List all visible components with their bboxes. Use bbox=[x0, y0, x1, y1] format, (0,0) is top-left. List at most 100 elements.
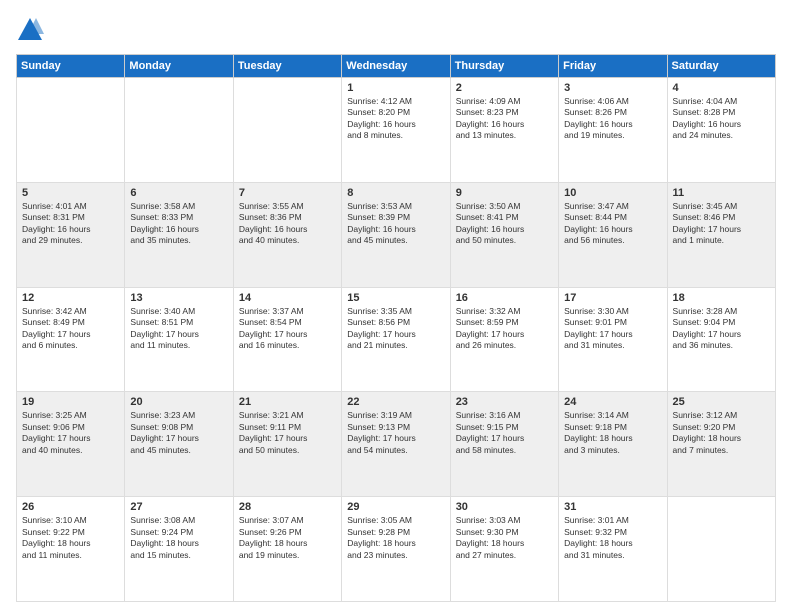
day-number: 1 bbox=[347, 82, 444, 94]
day-number: 7 bbox=[239, 187, 336, 199]
day-number: 22 bbox=[347, 396, 444, 408]
calendar-cell: 7 Sunrise: 3:55 AM Sunset: 8:36 PM Daylig… bbox=[233, 182, 341, 287]
calendar-cell: 1 Sunrise: 4:12 AM Sunset: 8:20 PM Daylig… bbox=[342, 78, 450, 183]
day-number: 24 bbox=[564, 396, 661, 408]
calendar-cell bbox=[233, 78, 341, 183]
day-number: 27 bbox=[130, 501, 227, 513]
weekday-header: Friday bbox=[559, 55, 667, 78]
calendar-cell: 8 Sunrise: 3:53 AM Sunset: 8:39 PM Daylig… bbox=[342, 182, 450, 287]
calendar-cell: 9 Sunrise: 3:50 AM Sunset: 8:41 PM Daylig… bbox=[450, 182, 558, 287]
weekday-header: Monday bbox=[125, 55, 233, 78]
day-info: Sunrise: 3:32 AM Sunset: 8:59 PM Dayligh… bbox=[456, 306, 553, 352]
calendar-cell: 4 Sunrise: 4:04 AM Sunset: 8:28 PM Daylig… bbox=[667, 78, 775, 183]
calendar-cell: 3Sunrise: 4:06 AM Sunset: 8:26 PM Daylig… bbox=[559, 78, 667, 183]
day-info: Sunrise: 3:12 AM Sunset: 9:20 PM Dayligh… bbox=[673, 410, 770, 456]
calendar-cell bbox=[17, 78, 125, 183]
day-info: Sunrise: 3:55 AM Sunset: 8:36 PM Dayligh… bbox=[239, 201, 336, 247]
day-number: 26 bbox=[22, 501, 119, 513]
calendar-cell: 6 Sunrise: 3:58 AM Sunset: 8:33 PM Daylig… bbox=[125, 182, 233, 287]
day-info: Sunrise: 3:50 AM Sunset: 8:41 PM Dayligh… bbox=[456, 201, 553, 247]
logo-icon bbox=[16, 16, 44, 44]
day-number: 17 bbox=[564, 292, 661, 304]
page: SundayMondayTuesdayWednesdayThursdayFrid… bbox=[0, 0, 792, 612]
calendar-cell: 20 Sunrise: 3:23 AM Sunset: 9:08 PM Dayli… bbox=[125, 392, 233, 497]
day-number: 31 bbox=[564, 501, 661, 513]
day-info: Sunrise: 3:14 AM Sunset: 9:18 PM Dayligh… bbox=[564, 410, 661, 456]
calendar-header-row: SundayMondayTuesdayWednesdayThursdayFrid… bbox=[17, 55, 776, 78]
day-number: 19 bbox=[22, 396, 119, 408]
day-number: 4 bbox=[673, 82, 770, 94]
day-info: Sunrise: 3:23 AM Sunset: 9:08 PM Dayligh… bbox=[130, 410, 227, 456]
day-number: 14 bbox=[239, 292, 336, 304]
calendar-cell: 24 Sunrise: 3:14 AM Sunset: 9:18 PM Dayli… bbox=[559, 392, 667, 497]
calendar-cell: 18 Sunrise: 3:28 AM Sunset: 9:04 PM Dayli… bbox=[667, 287, 775, 392]
day-info: Sunrise: 4:09 AM Sunset: 8:23 PM Dayligh… bbox=[456, 96, 553, 142]
day-info: Sunrise: 3:19 AM Sunset: 9:13 PM Dayligh… bbox=[347, 410, 444, 456]
day-info: Sunrise: 3:58 AM Sunset: 8:33 PM Dayligh… bbox=[130, 201, 227, 247]
day-number: 6 bbox=[130, 187, 227, 199]
day-info: Sunrise: 4:01 AM Sunset: 8:31 PM Dayligh… bbox=[22, 201, 119, 247]
day-info: Sunrise: 3:53 AM Sunset: 8:39 PM Dayligh… bbox=[347, 201, 444, 247]
calendar-cell: 30 Sunrise: 3:03 AM Sunset: 9:30 PM Dayli… bbox=[450, 497, 558, 602]
day-number: 25 bbox=[673, 396, 770, 408]
header bbox=[16, 16, 776, 44]
day-info: Sunrise: 4:12 AM Sunset: 8:20 PM Dayligh… bbox=[347, 96, 444, 142]
day-info: Sunrise: 3:25 AM Sunset: 9:06 PM Dayligh… bbox=[22, 410, 119, 456]
weekday-header: Tuesday bbox=[233, 55, 341, 78]
day-number: 16 bbox=[456, 292, 553, 304]
day-number: 9 bbox=[456, 187, 553, 199]
calendar-week-row: 12 Sunrise: 3:42 AM Sunset: 8:49 PM Dayli… bbox=[17, 287, 776, 392]
day-info: Sunrise: 4:06 AM Sunset: 8:26 PM Dayligh… bbox=[564, 96, 661, 142]
day-info: Sunrise: 3:30 AM Sunset: 9:01 PM Dayligh… bbox=[564, 306, 661, 352]
day-number: 20 bbox=[130, 396, 227, 408]
calendar-cell: 22 Sunrise: 3:19 AM Sunset: 9:13 PM Dayli… bbox=[342, 392, 450, 497]
calendar-cell: 14Sunrise: 3:37 AM Sunset: 8:54 PM Dayli… bbox=[233, 287, 341, 392]
day-number: 30 bbox=[456, 501, 553, 513]
calendar-cell: 15Sunrise: 3:35 AM Sunset: 8:56 PM Dayli… bbox=[342, 287, 450, 392]
day-info: Sunrise: 3:40 AM Sunset: 8:51 PM Dayligh… bbox=[130, 306, 227, 352]
day-info: Sunrise: 3:03 AM Sunset: 9:30 PM Dayligh… bbox=[456, 515, 553, 561]
day-info: Sunrise: 3:01 AM Sunset: 9:32 PM Dayligh… bbox=[564, 515, 661, 561]
day-number: 12 bbox=[22, 292, 119, 304]
day-number: 29 bbox=[347, 501, 444, 513]
day-number: 15 bbox=[347, 292, 444, 304]
calendar-week-row: 26Sunrise: 3:10 AM Sunset: 9:22 PM Dayli… bbox=[17, 497, 776, 602]
calendar-cell: 16 Sunrise: 3:32 AM Sunset: 8:59 PM Dayli… bbox=[450, 287, 558, 392]
calendar-cell: 5 Sunrise: 4:01 AM Sunset: 8:31 PM Daylig… bbox=[17, 182, 125, 287]
day-info: Sunrise: 3:28 AM Sunset: 9:04 PM Dayligh… bbox=[673, 306, 770, 352]
calendar-cell: 2 Sunrise: 4:09 AM Sunset: 8:23 PM Daylig… bbox=[450, 78, 558, 183]
calendar-cell: 29 Sunrise: 3:05 AM Sunset: 9:28 PM Dayli… bbox=[342, 497, 450, 602]
day-number: 5 bbox=[22, 187, 119, 199]
day-info: Sunrise: 3:05 AM Sunset: 9:28 PM Dayligh… bbox=[347, 515, 444, 561]
day-number: 18 bbox=[673, 292, 770, 304]
calendar-cell: 10Sunrise: 3:47 AM Sunset: 8:44 PM Dayli… bbox=[559, 182, 667, 287]
day-number: 10 bbox=[564, 187, 661, 199]
day-info: Sunrise: 4:04 AM Sunset: 8:28 PM Dayligh… bbox=[673, 96, 770, 142]
day-number: 13 bbox=[130, 292, 227, 304]
weekday-header: Wednesday bbox=[342, 55, 450, 78]
calendar-cell: 28 Sunrise: 3:07 AM Sunset: 9:26 PM Dayli… bbox=[233, 497, 341, 602]
calendar-cell: 11 Sunrise: 3:45 AM Sunset: 8:46 PM Dayli… bbox=[667, 182, 775, 287]
weekday-header: Thursday bbox=[450, 55, 558, 78]
day-number: 2 bbox=[456, 82, 553, 94]
calendar-cell: 19 Sunrise: 3:25 AM Sunset: 9:06 PM Dayli… bbox=[17, 392, 125, 497]
day-info: Sunrise: 3:42 AM Sunset: 8:49 PM Dayligh… bbox=[22, 306, 119, 352]
day-info: Sunrise: 3:08 AM Sunset: 9:24 PM Dayligh… bbox=[130, 515, 227, 561]
calendar-week-row: 1 Sunrise: 4:12 AM Sunset: 8:20 PM Daylig… bbox=[17, 78, 776, 183]
calendar-cell: 31 Sunrise: 3:01 AM Sunset: 9:32 PM Dayli… bbox=[559, 497, 667, 602]
day-info: Sunrise: 3:07 AM Sunset: 9:26 PM Dayligh… bbox=[239, 515, 336, 561]
calendar-week-row: 5 Sunrise: 4:01 AM Sunset: 8:31 PM Daylig… bbox=[17, 182, 776, 287]
day-number: 23 bbox=[456, 396, 553, 408]
day-number: 28 bbox=[239, 501, 336, 513]
logo bbox=[16, 16, 48, 44]
day-number: 8 bbox=[347, 187, 444, 199]
day-info: Sunrise: 3:21 AM Sunset: 9:11 PM Dayligh… bbox=[239, 410, 336, 456]
calendar-cell: 25 Sunrise: 3:12 AM Sunset: 9:20 PM Dayli… bbox=[667, 392, 775, 497]
calendar-week-row: 19 Sunrise: 3:25 AM Sunset: 9:06 PM Dayli… bbox=[17, 392, 776, 497]
day-number: 21 bbox=[239, 396, 336, 408]
day-number: 11 bbox=[673, 187, 770, 199]
calendar-cell bbox=[667, 497, 775, 602]
day-info: Sunrise: 3:45 AM Sunset: 8:46 PM Dayligh… bbox=[673, 201, 770, 247]
weekday-header: Saturday bbox=[667, 55, 775, 78]
calendar-table: SundayMondayTuesdayWednesdayThursdayFrid… bbox=[16, 54, 776, 602]
